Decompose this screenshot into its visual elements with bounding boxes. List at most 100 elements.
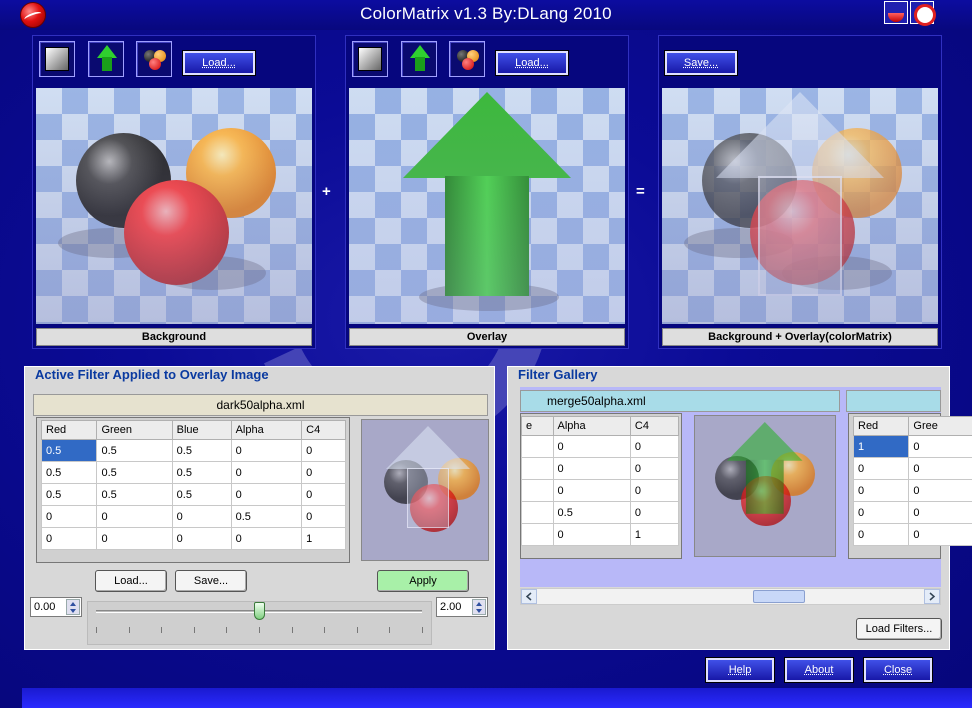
- matrix-cell[interactable]: 0: [629, 457, 680, 480]
- max-value-spinner[interactable]: 2.00: [436, 597, 488, 617]
- column-header[interactable]: Alpha: [230, 420, 303, 440]
- column-header[interactable]: Red: [40, 420, 98, 440]
- gallery-matrix-table[interactable]: e Alpha C4 0 0 0 0 0 0 0.5 0 0 1: [521, 416, 680, 546]
- matrix-cell[interactable]: [521, 457, 554, 480]
- column-header[interactable]: Green: [96, 420, 173, 440]
- gallery-horizontal-scrollbar[interactable]: [520, 588, 941, 605]
- matrix-cell[interactable]: 0: [629, 479, 680, 502]
- matrix-cell[interactable]: 0: [230, 483, 303, 506]
- matrix-cell[interactable]: 0: [552, 435, 631, 458]
- column-header[interactable]: C4: [629, 416, 680, 436]
- matrix-cell[interactable]: 0: [171, 505, 232, 528]
- column-header[interactable]: Alpha: [552, 416, 631, 436]
- matrix-cell[interactable]: 0: [852, 457, 910, 480]
- result-save-button[interactable]: Save...: [665, 51, 737, 75]
- column-header[interactable]: Blue: [171, 420, 232, 440]
- matrix-cell[interactable]: 0: [230, 461, 303, 484]
- matrix-cell[interactable]: [521, 479, 554, 502]
- arrow-image-button[interactable]: [401, 41, 437, 77]
- matrix-cell[interactable]: 0: [552, 457, 631, 480]
- matrix-cell[interactable]: 0: [301, 483, 346, 506]
- min-value-spinner[interactable]: 0.00: [30, 597, 82, 617]
- help-button[interactable]: Help: [706, 658, 774, 682]
- matrix-cell[interactable]: [521, 435, 554, 458]
- matrix-cell[interactable]: 0: [908, 457, 972, 480]
- overlay-load-button[interactable]: Load...: [496, 51, 568, 75]
- apply-button[interactable]: Apply: [377, 570, 469, 592]
- gradient-icon: [358, 47, 382, 71]
- column-header[interactable]: Red: [852, 416, 910, 436]
- column-header[interactable]: e: [521, 416, 554, 436]
- matrix-table[interactable]: Red Green Blue Alpha C4 0.5 0.5 0.5 0 0 0.5 0.5 0.5…: [40, 420, 346, 550]
- billiard-balls-icon: [144, 50, 168, 72]
- active-filter-filename: dark50alpha.xml: [33, 394, 488, 416]
- matrix-cell[interactable]: [521, 501, 554, 524]
- balls-image-button[interactable]: [449, 41, 485, 77]
- matrix-cell[interactable]: 0.5: [552, 501, 631, 524]
- matrix-cell[interactable]: 0: [301, 439, 346, 462]
- about-button[interactable]: About: [785, 658, 853, 682]
- close-window-button[interactable]: [910, 1, 936, 26]
- matrix-cell[interactable]: 0: [852, 501, 910, 524]
- matrix-cell[interactable]: 0: [301, 461, 346, 484]
- background-load-button[interactable]: Load...: [183, 51, 255, 75]
- gallery-item-filename[interactable]: merge50alpha.xml: [520, 390, 840, 412]
- matrix-cell[interactable]: 1: [852, 435, 910, 458]
- matrix-cell[interactable]: 0: [852, 523, 910, 546]
- matrix-cell[interactable]: 0.5: [40, 461, 98, 484]
- matrix-cell[interactable]: 0.5: [171, 483, 232, 506]
- matrix-cell[interactable]: 1: [629, 523, 680, 546]
- matrix-cell[interactable]: 0: [852, 479, 910, 502]
- gallery-preview-thumbnail[interactable]: [694, 415, 836, 557]
- matrix-cell[interactable]: 0.5: [40, 439, 98, 462]
- matrix-cell[interactable]: 0.5: [96, 483, 173, 506]
- spinner-arrows-icon[interactable]: [472, 599, 486, 615]
- matrix-cell[interactable]: 0: [230, 527, 303, 550]
- scroll-thumb[interactable]: [753, 590, 805, 603]
- background-image: [36, 88, 312, 324]
- gradient-fill-button[interactable]: [39, 41, 75, 77]
- gallery-matrix-table-2[interactable]: Red Gree 1000000000: [852, 416, 972, 546]
- gallery-item2-grid: Red Gree 1000000000: [848, 413, 972, 559]
- matrix-cell[interactable]: 0: [629, 501, 680, 524]
- matrix-cell[interactable]: 0: [96, 505, 173, 528]
- matrix-cell[interactable]: 0: [171, 527, 232, 550]
- matrix-cell[interactable]: 1: [301, 527, 346, 550]
- matrix-cell[interactable]: 0: [301, 505, 346, 528]
- filter-load-button[interactable]: Load...: [95, 570, 167, 592]
- intensity-slider[interactable]: [87, 601, 432, 645]
- matrix-cell[interactable]: 0: [40, 527, 98, 550]
- column-header[interactable]: C4: [301, 420, 346, 440]
- matrix-cell[interactable]: 0: [96, 527, 173, 550]
- matrix-cell[interactable]: 0.5: [171, 439, 232, 462]
- matrix-cell[interactable]: 0: [908, 435, 972, 458]
- matrix-cell[interactable]: 0: [908, 479, 972, 502]
- minimize-button[interactable]: [884, 1, 908, 24]
- matrix-cell[interactable]: 0: [629, 435, 680, 458]
- title-bar[interactable]: ColorMatrix v1.3 By:DLang 2010: [0, 0, 972, 30]
- matrix-cell[interactable]: 0: [230, 439, 303, 462]
- matrix-cell[interactable]: 0.5: [230, 505, 303, 528]
- close-button[interactable]: Close: [864, 658, 932, 682]
- scroll-right-icon[interactable]: [924, 589, 940, 604]
- matrix-cell[interactable]: 0: [908, 501, 972, 524]
- gradient-fill-button[interactable]: [352, 41, 388, 77]
- matrix-cell[interactable]: 0.5: [96, 439, 173, 462]
- spinner-arrows-icon[interactable]: [66, 599, 80, 615]
- matrix-cell[interactable]: [521, 523, 554, 546]
- matrix-cell[interactable]: 0: [908, 523, 972, 546]
- matrix-cell[interactable]: 0.5: [96, 461, 173, 484]
- matrix-cell[interactable]: 0: [552, 523, 631, 546]
- filter-save-button[interactable]: Save...: [175, 570, 247, 592]
- matrix-cell[interactable]: 0: [552, 479, 631, 502]
- matrix-cell[interactable]: 0.5: [40, 483, 98, 506]
- gallery-item2-filename[interactable]: [846, 390, 941, 412]
- balls-image-button[interactable]: [136, 41, 172, 77]
- load-filters-button[interactable]: Load Filters...: [856, 618, 942, 640]
- matrix-cell[interactable]: 0: [40, 505, 98, 528]
- slider-thumb[interactable]: [254, 602, 265, 620]
- column-header[interactable]: Gree: [908, 416, 972, 436]
- matrix-cell[interactable]: 0.5: [171, 461, 232, 484]
- scroll-left-icon[interactable]: [521, 589, 537, 604]
- arrow-image-button[interactable]: [88, 41, 124, 77]
